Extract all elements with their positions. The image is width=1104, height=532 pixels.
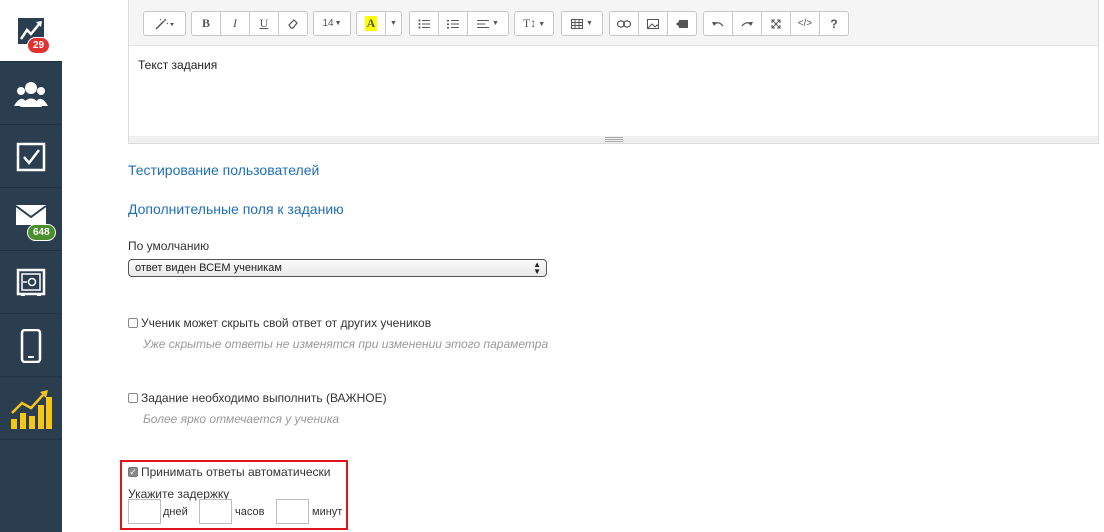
bar-chart-icon — [11, 389, 52, 429]
safe-icon — [16, 268, 46, 296]
editor-toolbar: B I U 14 ▼ A ▼ ▼ T↕ ▼ ▼ </> ? — [129, 0, 1098, 46]
align-left-icon — [477, 19, 490, 28]
eraser-icon — [288, 18, 298, 29]
minutes-unit-label: минут — [312, 506, 343, 518]
undo-button[interactable] — [703, 11, 733, 36]
line-height-dropdown[interactable]: T↕ ▼ — [514, 11, 554, 36]
fullscreen-icon — [771, 19, 781, 28]
hide-answer-option: Ученик может скрыть свой ответ от других… — [128, 316, 431, 330]
user-testing-link[interactable]: Тестирование пользователей — [128, 162, 319, 178]
important-checkbox[interactable] — [128, 393, 138, 403]
hide-answer-hint: Уже скрытые ответы не изменятся при изме… — [143, 337, 549, 351]
sidebar: 29 648 — [0, 0, 62, 532]
notification-badge: 29 — [27, 37, 51, 54]
unordered-list-button[interactable] — [409, 11, 439, 36]
delay-minutes-input[interactable] — [276, 499, 309, 524]
nav-item-tasks[interactable] — [0, 126, 62, 188]
default-label: По умолчанию — [128, 239, 210, 253]
bold-button[interactable]: B — [191, 11, 221, 36]
important-hint: Более ярко отмечается у ученика — [143, 412, 340, 426]
select-arrows-icon: ▲ ▼ — [533, 260, 541, 276]
insert-link-button[interactable] — [609, 11, 639, 36]
image-icon — [647, 18, 659, 29]
numbered-list-icon — [447, 19, 459, 28]
table-icon — [571, 18, 584, 29]
chevron-down-icon: ▼ — [334, 20, 342, 27]
code-view-button[interactable]: </> — [790, 11, 820, 36]
link-icon — [617, 19, 631, 28]
important-label: Задание необходимо выполнить (ВАЖНОЕ) — [141, 391, 387, 405]
fullscreen-button[interactable] — [761, 11, 791, 36]
chevron-down-icon: ▼ — [586, 20, 593, 27]
grip-icon — [604, 137, 623, 142]
delay-hours-input[interactable] — [199, 499, 232, 524]
hide-answer-label: Ученик может скрыть свой ответ от других… — [141, 316, 432, 330]
hours-unit-label: часов — [235, 506, 265, 518]
nav-item-safe[interactable] — [0, 252, 62, 314]
paragraph-align-dropdown[interactable]: ▼ — [467, 11, 509, 36]
chevron-down-icon: ▼ — [390, 20, 397, 27]
nav-item-statistics[interactable]: 29 — [0, 0, 62, 62]
nav-item-mobile[interactable] — [0, 315, 62, 377]
auto-accept-option: ✓ Принимать ответы автоматически — [128, 465, 331, 479]
bullet-list-icon — [418, 19, 430, 28]
editor-content[interactable]: Текст задания — [129, 46, 1098, 136]
color-dropdown-button[interactable]: ▼ — [385, 11, 402, 36]
select-value: ответ виден ВСЕМ ученикам — [135, 262, 282, 274]
delay-days-input[interactable] — [128, 499, 161, 524]
extra-fields-link[interactable]: Дополнительные поля к заданию — [128, 201, 344, 217]
video-icon — [676, 19, 688, 28]
answer-visibility-select[interactable]: ответ виден ВСЕМ ученикам ▲ ▼ — [128, 259, 547, 277]
redo-icon — [741, 21, 753, 26]
rich-text-editor: B I U 14 ▼ A ▼ ▼ T↕ ▼ ▼ </> ? Текст зада… — [128, 0, 1099, 144]
line-height-icon: T↕ — [522, 16, 537, 30]
auto-accept-label: Принимать ответы автоматически — [141, 465, 331, 479]
auto-accept-checkbox[interactable]: ✓ — [128, 467, 138, 477]
table-dropdown[interactable]: ▼ — [561, 11, 603, 36]
eraser-button[interactable] — [278, 11, 308, 36]
nav-item-messages[interactable]: 648 — [0, 189, 62, 251]
insert-video-button[interactable] — [667, 11, 697, 36]
font-size-dropdown[interactable]: 14 ▼ — [313, 11, 351, 36]
days-unit-label: дней — [163, 506, 188, 518]
font-size-value: 14 — [322, 18, 334, 29]
hide-answer-checkbox[interactable] — [128, 318, 138, 328]
messages-badge: 648 — [27, 224, 56, 241]
magic-wand-icon — [154, 18, 174, 30]
mobile-phone-icon — [20, 328, 42, 363]
nav-item-analytics[interactable] — [0, 378, 62, 440]
insert-image-button[interactable] — [638, 11, 668, 36]
ordered-list-button[interactable] — [438, 11, 468, 36]
important-option: Задание необходимо выполнить (ВАЖНОЕ) — [128, 391, 387, 405]
magic-wand-button[interactable] — [143, 11, 186, 36]
italic-button[interactable]: I — [220, 11, 250, 36]
undo-icon — [712, 21, 724, 26]
users-group-icon — [14, 81, 48, 107]
nav-item-users[interactable] — [0, 63, 62, 125]
editor-resize-handle[interactable] — [129, 136, 1098, 143]
help-button[interactable]: ? — [819, 11, 849, 36]
checkbox-task-icon — [16, 142, 46, 171]
underline-button[interactable]: U — [249, 11, 279, 36]
redo-button[interactable] — [732, 11, 762, 36]
highlight-a-icon: A — [364, 16, 378, 31]
chevron-down-icon: ▼ — [492, 20, 499, 27]
chevron-down-icon: ▼ — [538, 19, 546, 28]
highlight-color-button[interactable]: A — [356, 11, 386, 36]
